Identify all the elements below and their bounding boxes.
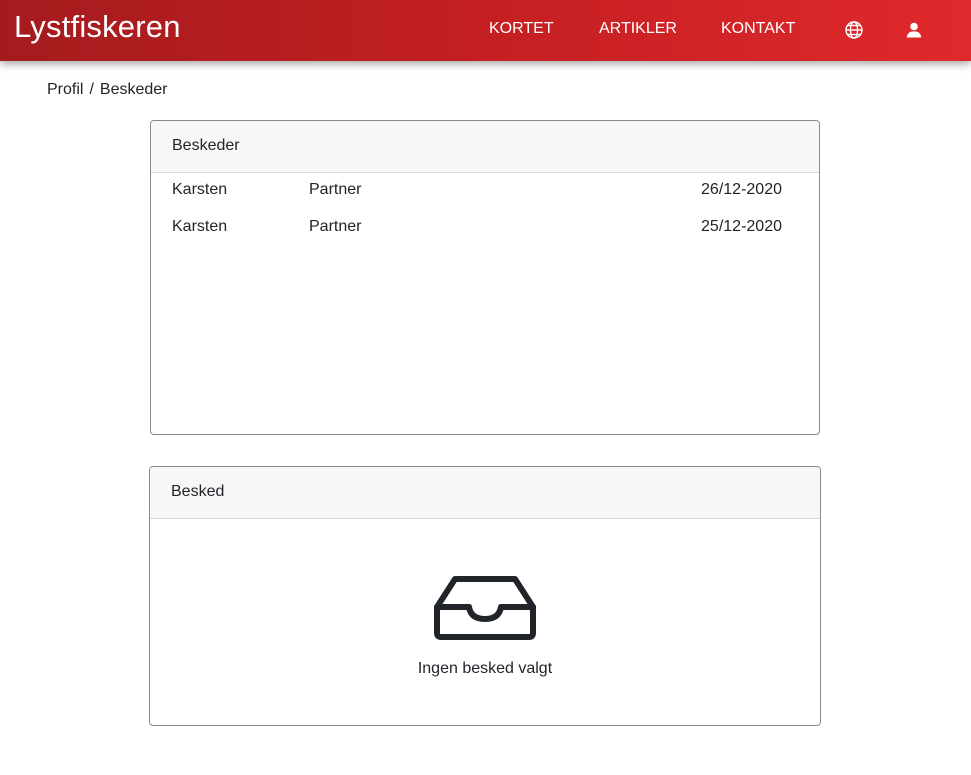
- message-card-title: Besked: [150, 467, 820, 519]
- breadcrumb-item-profil[interactable]: Profil: [47, 81, 83, 98]
- message-date: 25/12-2020: [701, 218, 782, 235]
- breadcrumb: Profil / Beskeder: [47, 81, 168, 99]
- brand-logo[interactable]: Lystfiskeren: [14, 9, 181, 45]
- message-date: 26/12-2020: [701, 181, 782, 198]
- globe-icon[interactable]: [844, 20, 864, 40]
- message-sender: Karsten: [172, 218, 228, 235]
- message-subject: Partner: [309, 181, 362, 198]
- breadcrumb-item-beskeder: Beskeder: [99, 81, 168, 98]
- empty-state-text: Ingen besked valgt: [417, 660, 553, 677]
- top-navbar: Lystfiskeren KORTET ARTIKLER KONTAKT: [0, 0, 971, 61]
- empty-state: Ingen besked valgt: [150, 519, 820, 725]
- nav-link-kortet[interactable]: KORTET: [489, 20, 554, 38]
- message-subject: Partner: [309, 218, 362, 235]
- message-card: Besked Ingen besked valgt: [149, 466, 821, 726]
- breadcrumb-separator: /: [89, 81, 94, 98]
- message-row[interactable]: Karsten Partner 25/12-2020: [151, 210, 819, 247]
- nav-link-artikler[interactable]: ARTIKLER: [599, 20, 677, 38]
- messages-card: Beskeder Karsten Partner 26/12-2020 Kars…: [150, 120, 820, 435]
- nav-link-kontakt[interactable]: KONTAKT: [721, 20, 795, 38]
- inbox-icon: [433, 573, 537, 641]
- user-icon[interactable]: [904, 20, 924, 40]
- messages-card-title: Beskeder: [151, 121, 819, 173]
- message-sender: Karsten: [172, 181, 228, 198]
- message-row[interactable]: Karsten Partner 26/12-2020: [151, 173, 819, 210]
- messages-list: Karsten Partner 26/12-2020 Karsten Partn…: [151, 173, 819, 247]
